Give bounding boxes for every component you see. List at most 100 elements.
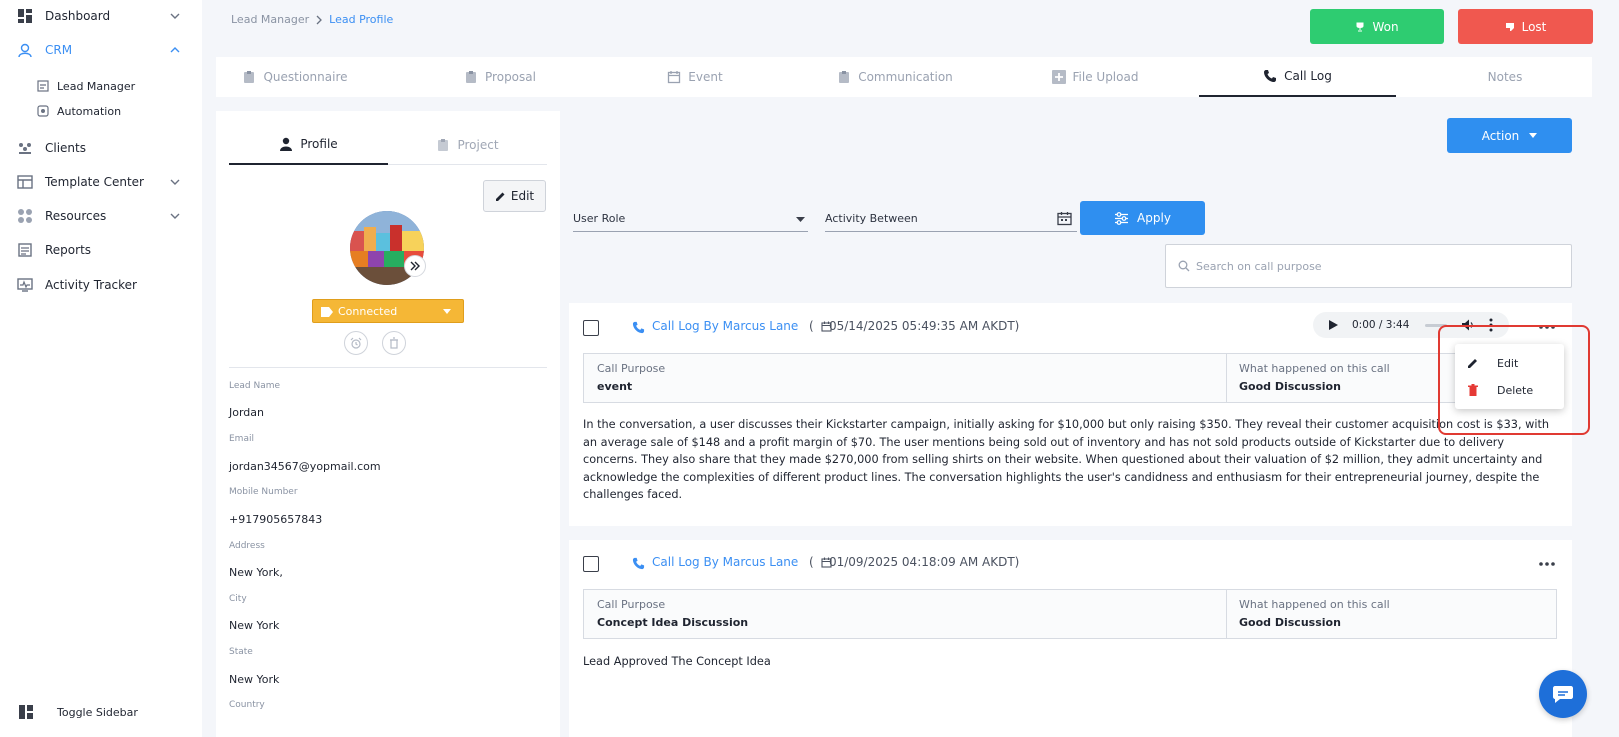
tab-label: Profile xyxy=(300,137,338,151)
call-log-date-text: ( 05/14/2025 05:49:35 AM AKDT) xyxy=(809,319,1020,333)
menu-item-edit[interactable]: Edit xyxy=(1455,350,1564,376)
volume-icon[interactable] xyxy=(1461,318,1475,332)
call-log-date-text: ( 01/09/2025 04:18:09 AM AKDT) xyxy=(809,555,1020,569)
sidebar-item-label: CRM xyxy=(45,43,73,57)
chat-icon xyxy=(1553,686,1573,703)
lead-name-label: Lead Name xyxy=(229,381,281,391)
user-role-select[interactable]: User Role xyxy=(573,205,808,232)
call-summary-text: Lead Approved The Concept Idea xyxy=(583,655,771,668)
tab-questionnaire[interactable]: Questionnaire xyxy=(216,57,374,97)
sidebar: Dashboard CRM Lead Manager Automation Cl… xyxy=(0,0,202,737)
caret-down-icon xyxy=(1529,133,1538,138)
divider xyxy=(229,367,547,368)
trash-icon xyxy=(390,337,398,349)
address-label: Address xyxy=(229,541,265,551)
breadcrumb-parent[interactable]: Lead Manager xyxy=(231,13,309,26)
layout-icon xyxy=(19,705,33,719)
caret-down-icon xyxy=(443,309,451,314)
lost-button[interactable]: Lost xyxy=(1458,9,1593,44)
sidebar-subitem-lead-manager[interactable]: Lead Manager xyxy=(0,75,202,97)
lost-label: Lost xyxy=(1521,19,1547,34)
alarm-icon xyxy=(350,337,362,349)
chevron-right-icon xyxy=(316,15,323,24)
tab-event[interactable]: Event xyxy=(616,57,774,97)
call-purpose-label: Call Purpose xyxy=(597,362,666,375)
call-outcome-value: Good Discussion xyxy=(1239,380,1341,393)
toggle-sidebar-button[interactable]: Toggle Sidebar xyxy=(0,700,202,724)
chevron-down-icon xyxy=(170,179,180,185)
call-purpose-label: Call Purpose xyxy=(597,598,666,611)
entry-checkbox[interactable] xyxy=(583,320,599,336)
sidebar-item-reports[interactable]: Reports xyxy=(0,236,202,264)
call-summary-text: In the conversation, a user discusses th… xyxy=(583,418,1550,501)
action-label: Action xyxy=(1481,128,1520,143)
lead-manager-icon xyxy=(37,80,49,92)
tab-label: File Upload xyxy=(1072,70,1139,84)
tab-communication[interactable]: Communication xyxy=(816,57,974,97)
reports-icon xyxy=(18,243,32,257)
trash-icon xyxy=(1468,383,1478,396)
lead-status-dropdown[interactable]: Connected xyxy=(312,299,464,323)
breadcrumb-current: Lead Profile xyxy=(329,13,394,26)
call-outcome-label: What happened on this call xyxy=(1239,598,1390,611)
clipboard-icon xyxy=(244,71,255,83)
tab-label: Call Log xyxy=(1284,69,1332,83)
edit-profile-button[interactable]: Edit xyxy=(483,180,546,212)
double-chevron-right-icon xyxy=(410,261,420,271)
action-dropdown-button[interactable]: Action xyxy=(1447,118,1572,153)
kebab-menu-icon[interactable] xyxy=(1489,318,1493,332)
user-role-label: User Role xyxy=(573,211,626,225)
won-button[interactable]: Won xyxy=(1310,9,1444,44)
caret-down-icon xyxy=(796,217,805,222)
tab-project[interactable]: Project xyxy=(388,125,547,165)
delete-lead-button[interactable] xyxy=(382,331,406,355)
profile-panel: Profile Project Edit Connected Lead Name… xyxy=(216,111,560,737)
call-purpose-value: event xyxy=(597,380,633,393)
sidebar-item-label: Resources xyxy=(45,209,107,223)
tab-call-log[interactable]: Call Log xyxy=(1199,57,1396,97)
tab-profile[interactable]: Profile xyxy=(229,125,388,165)
dashboard-icon xyxy=(18,9,32,23)
call-log-author-link[interactable]: Call Log By Marcus Lane xyxy=(652,555,798,569)
sidebar-item-label: Activity Tracker xyxy=(45,278,137,292)
menu-item-delete[interactable]: Delete xyxy=(1455,377,1564,403)
play-icon[interactable] xyxy=(1329,320,1338,330)
sidebar-item-activity-tracker[interactable]: Activity Tracker xyxy=(0,271,202,299)
audio-seek-bar[interactable] xyxy=(1425,324,1447,327)
search-input[interactable] xyxy=(1196,259,1546,273)
calendar-icon xyxy=(821,557,832,568)
city-value: New York xyxy=(229,619,280,632)
sidebar-item-resources[interactable]: Resources xyxy=(0,202,202,230)
call-purpose-value: Concept Idea Discussion xyxy=(597,616,749,629)
tab-notes[interactable]: Notes xyxy=(1426,57,1584,97)
sidebar-subitem-automation[interactable]: Automation xyxy=(0,100,202,122)
tab-proposal[interactable]: Proposal xyxy=(421,57,579,97)
sidebar-item-clients[interactable]: Clients xyxy=(0,134,202,162)
won-label: Won xyxy=(1372,19,1399,34)
mobile-value: +917905657843 xyxy=(229,513,323,526)
activity-icon xyxy=(17,278,33,292)
more-options-icon[interactable] xyxy=(1539,562,1555,566)
mobile-label: Mobile Number xyxy=(229,487,298,497)
calendar-icon xyxy=(668,71,681,84)
lead-name-value: Jordan xyxy=(229,406,264,419)
expand-avatar-button[interactable] xyxy=(404,255,426,277)
tab-file-upload[interactable]: File Upload xyxy=(1016,57,1174,97)
thumbs-down-icon xyxy=(1505,22,1514,31)
sidebar-item-dashboard[interactable]: Dashboard xyxy=(0,2,202,30)
sidebar-subitem-label: Lead Manager xyxy=(57,79,136,93)
tag-icon xyxy=(321,307,333,317)
apply-filter-button[interactable]: Apply xyxy=(1080,201,1205,235)
activity-between-input[interactable]: Activity Between xyxy=(825,205,1077,232)
calendar-icon xyxy=(821,321,832,332)
audio-player: 0:00 / 3:44 xyxy=(1313,312,1509,338)
alarm-button[interactable] xyxy=(344,331,368,355)
sidebar-item-crm[interactable]: CRM xyxy=(0,36,202,64)
call-log-author-link[interactable]: Call Log By Marcus Lane xyxy=(652,319,798,333)
more-options-icon[interactable] xyxy=(1539,325,1555,329)
sidebar-item-template-center[interactable]: Template Center xyxy=(0,168,202,196)
breadcrumb: Lead Manager Lead Profile xyxy=(231,13,393,26)
entry-checkbox[interactable] xyxy=(583,556,599,572)
chat-button[interactable] xyxy=(1539,670,1587,718)
sidebar-item-label: Reports xyxy=(45,243,92,257)
